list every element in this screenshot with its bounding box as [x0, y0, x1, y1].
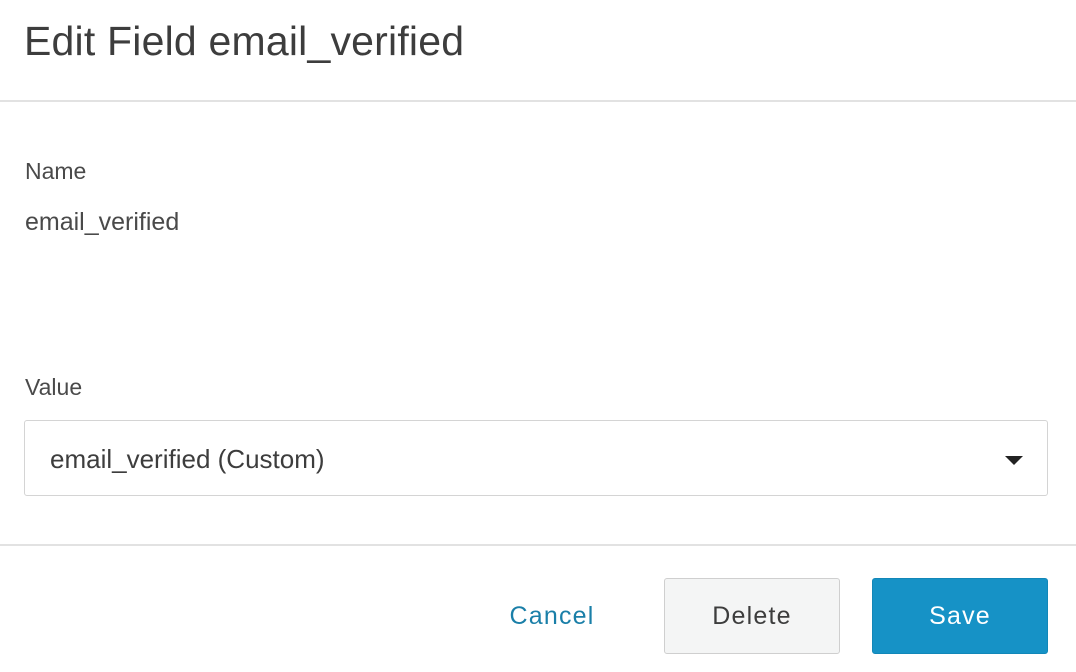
save-button[interactable]: Save — [872, 578, 1048, 654]
cancel-button[interactable]: Cancel — [478, 580, 626, 652]
value-select[interactable]: email_verified (Custom) — [24, 420, 1048, 496]
caret-down-icon — [1005, 456, 1023, 465]
value-label: Value — [25, 374, 83, 400]
footer-divider — [0, 544, 1076, 546]
edit-field-dialog: Edit Field email_verified Name email_ver… — [0, 0, 1076, 672]
dialog-header: Edit Field email_verified — [0, 0, 1076, 102]
name-value: email_verified — [25, 208, 180, 236]
name-label: Name — [25, 158, 87, 184]
delete-button[interactable]: Delete — [664, 578, 840, 654]
value-select-text: email_verified (Custom) — [50, 444, 325, 474]
dialog-title: Edit Field email_verified — [24, 18, 465, 64]
